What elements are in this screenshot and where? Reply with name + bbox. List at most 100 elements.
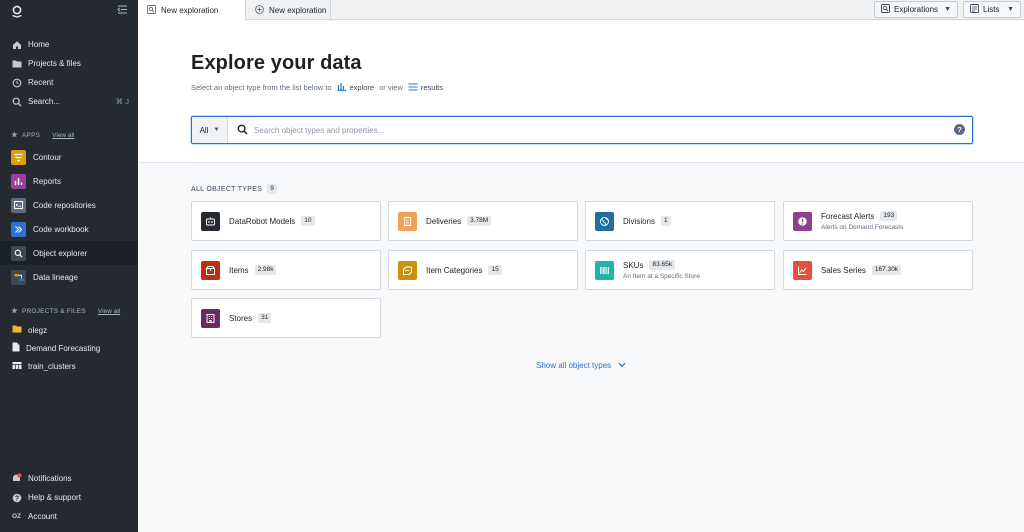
search-scope-select[interactable]: All ▼ (192, 117, 228, 143)
project-label: olegz (28, 325, 48, 335)
apps-section-header: APPS View all (0, 129, 138, 141)
account-icon: OZ (11, 513, 22, 520)
palantir-logo-icon[interactable] (11, 5, 23, 18)
sidebar-item-notifications[interactable]: Notifications (0, 469, 138, 488)
sidebar-item-home[interactable]: Home (0, 35, 138, 54)
project-label: train_clusters (28, 361, 76, 371)
object-type-count: 15 (488, 265, 502, 275)
lists-icon (970, 4, 979, 15)
page-title: Explore your data (191, 52, 362, 74)
sidebar-item-search[interactable]: Search... ⌘ J (0, 92, 138, 111)
sidebar-item-label: Reports (33, 176, 62, 186)
object-type-card-deliveries[interactable]: Deliveries 3.78M (388, 201, 578, 241)
list-icon (408, 82, 418, 93)
page-subtitle: Select an object type from the list belo… (191, 82, 443, 93)
explorations-label: Explorations (894, 5, 939, 14)
projects-section-header: PROJECTS & FILES View all (0, 305, 138, 317)
tag-icon (398, 260, 417, 280)
sidebar-item-code-workbook[interactable]: Code workbook (0, 217, 138, 241)
show-all-object-types-button[interactable]: Show all object types (536, 361, 626, 370)
sidebar-item-label: Object explorer (33, 248, 88, 258)
object-type-card-items[interactable]: Items 2.98k (191, 250, 381, 290)
apps-view-all-link[interactable]: View all (52, 132, 74, 139)
object-type-name: DataRobot Models (229, 216, 296, 226)
add-circle-icon (255, 4, 264, 16)
star-icon (11, 130, 18, 140)
sidebar-item-label: Code workbook (33, 224, 89, 234)
object-type-name: SKUs (623, 260, 644, 270)
object-types-title: ALL OBJECT TYPES (191, 185, 263, 193)
sidebar: Home Projects & files Recent Search... ⌘… (0, 0, 138, 532)
sidebar-item-label: Notifications (28, 474, 72, 483)
search-input[interactable] (254, 120, 944, 140)
explorations-icon (881, 4, 890, 15)
object-type-card-datarobot-models[interactable]: DataRobot Models 10 (191, 201, 381, 241)
lists-button[interactable]: Lists ▼ (963, 1, 1021, 18)
or-view-text: or view (379, 83, 403, 92)
object-type-card-skus[interactable]: SKUs 83.65k An Item at a Specific Store (585, 250, 775, 290)
sidebar-item-label: Code repositories (33, 200, 96, 210)
notifications-icon (11, 473, 22, 484)
contour-icon (11, 149, 26, 165)
tab-new-exploration[interactable]: New exploration (246, 0, 331, 20)
delivery-icon (398, 211, 417, 231)
object-type-card-divisions[interactable]: Divisions 1 (585, 201, 775, 241)
object-type-name: Deliveries (426, 216, 462, 226)
sidebar-top (0, 0, 138, 22)
collapse-sidebar-icon[interactable] (117, 5, 128, 17)
chevron-down-icon (618, 361, 626, 370)
object-type-name: Items (229, 265, 249, 275)
help-icon[interactable]: ? (954, 124, 965, 135)
object-type-name: Stores (229, 313, 253, 323)
sidebar-item-data-lineage[interactable]: Data lineage (0, 265, 138, 289)
code-workbook-icon (11, 221, 26, 237)
object-type-card-forecast-alerts[interactable]: Forecast Alerts 193 Alerts on Demand For… (783, 201, 973, 241)
folder-icon (12, 325, 22, 335)
sidebar-project-train-clusters[interactable]: train_clusters (0, 357, 138, 375)
search-icon (237, 124, 249, 136)
tab-label: New exploration (161, 6, 219, 15)
globe-icon (595, 211, 614, 231)
object-explorer-icon (11, 245, 26, 261)
line-chart-icon (793, 260, 812, 280)
sidebar-project-demand-forecasting[interactable]: Demand Forecasting (0, 339, 138, 357)
projects-view-all-link[interactable]: View all (98, 308, 120, 315)
object-type-name: Sales Series (821, 265, 866, 275)
help-icon: ? (11, 492, 22, 503)
sidebar-item-help[interactable]: ? Help & support (0, 488, 138, 507)
explore-header: Explore your data Select an object type … (138, 21, 1024, 163)
object-type-count: 83.65k (649, 260, 675, 270)
object-type-card-sales-series[interactable]: Sales Series 167.30k (783, 250, 973, 290)
star-icon (11, 306, 18, 316)
sidebar-item-projects[interactable]: Projects & files (0, 54, 138, 73)
data-lineage-icon (11, 269, 26, 285)
object-type-count: 2.98k (254, 265, 277, 275)
object-type-description: Alerts on Demand Forecasts (821, 224, 904, 231)
lists-label: Lists (983, 5, 1000, 14)
svg-text:?: ? (14, 495, 18, 502)
sidebar-item-label: Projects & files (28, 59, 81, 68)
bar-chart-icon (337, 82, 347, 93)
home-icon (11, 39, 22, 50)
sidebar-item-reports[interactable]: Reports (0, 169, 138, 193)
sidebar-item-recent[interactable]: Recent (0, 73, 138, 92)
explorations-button[interactable]: Explorations ▼ (874, 1, 958, 18)
object-type-count: 10 (301, 216, 315, 226)
object-type-card-stores[interactable]: Stores 31 (191, 298, 381, 338)
results-link[interactable]: results (408, 82, 443, 93)
explore-label: explore (349, 83, 375, 92)
projects-header-label: PROJECTS & FILES (22, 307, 86, 315)
object-type-card-item-categories[interactable]: Item Categories 15 (388, 250, 578, 290)
sidebar-item-label: Data lineage (33, 272, 78, 282)
sidebar-item-code-repositories[interactable]: Code repositories (0, 193, 138, 217)
dataset-icon (12, 361, 22, 372)
sidebar-project-olegz[interactable]: olegz (0, 321, 138, 339)
search-bar: All ▼ ? (191, 116, 973, 144)
tab-exploration-active[interactable]: New exploration (138, 0, 246, 21)
object-type-count: 31 (258, 313, 272, 323)
sidebar-item-account[interactable]: OZ Account (0, 507, 138, 526)
sidebar-item-label: Recent (28, 78, 54, 87)
sidebar-item-contour[interactable]: Contour (0, 145, 138, 169)
sidebar-item-object-explorer[interactable]: Object explorer (0, 241, 138, 265)
explore-link[interactable]: explore (337, 82, 375, 93)
